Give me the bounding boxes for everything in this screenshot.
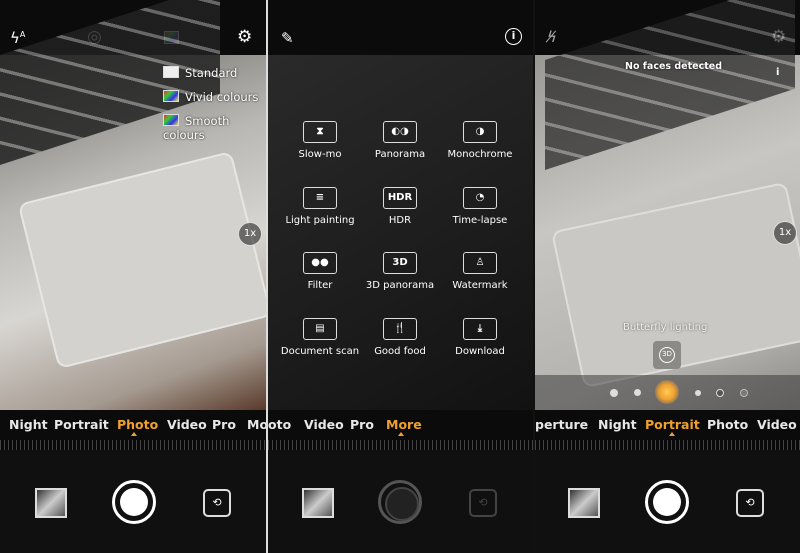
monochrome-icon: ◑: [463, 121, 497, 143]
mode-night[interactable]: Night: [598, 417, 637, 432]
gallery-thumbnail[interactable]: [35, 488, 67, 518]
zoom-button[interactable]: 1x: [773, 221, 797, 245]
lighting-option[interactable]: [740, 389, 748, 397]
grid-label: Time-lapse: [452, 215, 508, 226]
camera-photo-panel: ϟA ◎ ⚙ Standard Vivid colours Smooth col…: [0, 0, 266, 553]
mode-ruler: [268, 440, 533, 450]
gallery-thumbnail[interactable]: [302, 488, 334, 518]
filter-smooth[interactable]: Smooth colours: [163, 114, 266, 142]
hdr-icon: HDR: [383, 187, 417, 209]
grid-label: 3D panorama: [365, 280, 435, 291]
active-mode-indicator: [131, 432, 137, 436]
grid-good-food[interactable]: 🍴 Good food: [360, 318, 440, 357]
mode-video[interactable]: Video: [304, 417, 344, 432]
watermark-icon: ♙: [463, 252, 497, 274]
mode-photo[interactable]: oto: [268, 417, 291, 432]
mode-night[interactable]: Night: [9, 417, 48, 432]
grid-monochrome[interactable]: ◑ Monochrome: [440, 121, 520, 160]
filter-label: Vivid colours: [185, 90, 259, 104]
flash-auto-icon[interactable]: ϟA: [10, 29, 25, 47]
light-painting-icon: ≡: [303, 187, 337, 209]
lighting-option[interactable]: [610, 389, 618, 397]
switch-camera-icon: ⟲: [469, 489, 497, 517]
mode-portrait[interactable]: Portrait: [645, 417, 700, 432]
grid-label: Document scan: [280, 346, 360, 357]
shutter-button: [378, 480, 422, 524]
grid-3d-panorama[interactable]: 3D 3D panorama: [360, 252, 440, 291]
mode-more[interactable]: More: [386, 417, 422, 432]
lighting-option[interactable]: [716, 389, 724, 397]
lighting-option[interactable]: [634, 389, 641, 396]
slow-mo-icon: ⧗: [303, 121, 337, 143]
download-icon: ⤓: [463, 318, 497, 340]
grid-filter[interactable]: ●● Filter: [280, 252, 360, 291]
mode-ruler: [0, 440, 266, 450]
active-mode-indicator: [398, 432, 404, 436]
camera-more-panel: ✎ i ⧗ Slow-mo ◐◑ Panorama ◑ Monochrome ≡ Lig…: [268, 0, 533, 553]
grid-download[interactable]: ⤓ Download: [440, 318, 520, 357]
shutter-button[interactable]: [645, 480, 689, 524]
filter-standard[interactable]: Standard: [163, 66, 237, 80]
mode-photo[interactable]: Photo: [117, 417, 158, 432]
3d-icon: 3D: [659, 347, 675, 363]
mode-portrait[interactable]: Portrait: [54, 417, 109, 432]
document-scan-icon: ▤: [303, 318, 337, 340]
grid-document-scan[interactable]: ▤ Document scan: [280, 318, 360, 357]
trackpad-image: [17, 150, 266, 370]
face-status: No faces detected: [625, 61, 723, 72]
time-lapse-icon: ◔: [463, 187, 497, 209]
mode-video[interactable]: Video: [757, 417, 797, 432]
mode-ruler: [535, 440, 800, 450]
lighting-option-selected[interactable]: [655, 380, 679, 404]
3d-panorama-icon: 3D: [383, 252, 417, 274]
mode-video[interactable]: Video: [167, 417, 207, 432]
mode-pro[interactable]: Pro: [350, 417, 374, 432]
lighting-option[interactable]: [695, 390, 701, 396]
grid-panorama[interactable]: ◐◑ Panorama: [360, 121, 440, 160]
grid-label: Slow-mo: [298, 149, 342, 160]
filter-vivid[interactable]: Vivid colours: [163, 90, 258, 104]
panorama-icon: ◐◑: [383, 121, 417, 143]
info-icon[interactable]: i: [776, 67, 779, 78]
grid-light-painting[interactable]: ≡ Light painting: [280, 187, 360, 226]
grid-label: Light painting: [285, 215, 355, 226]
good-food-icon: 🍴: [383, 318, 417, 340]
grid-label: Monochrome: [447, 149, 513, 160]
3d-lighting-button[interactable]: 3D: [653, 341, 681, 369]
mode-aperture[interactable]: perture: [535, 417, 588, 432]
active-mode-indicator: [669, 432, 675, 436]
settings-icon[interactable]: ⚙: [237, 27, 252, 47]
grid-label: Filter: [307, 280, 333, 291]
switch-camera-icon[interactable]: ⟲: [203, 489, 231, 517]
grid-slow-mo[interactable]: ⧗ Slow-mo: [280, 121, 360, 160]
grid-label: Watermark: [452, 280, 508, 291]
grid-hdr[interactable]: HDR HDR: [360, 187, 440, 226]
mode-strip: perture Night Portrait Photo Video: [535, 410, 800, 440]
grid-watermark[interactable]: ♙ Watermark: [440, 252, 520, 291]
grid-label: HDR: [388, 215, 412, 226]
camera-preview[interactable]: [0, 0, 266, 410]
edit-icon[interactable]: ✎: [281, 29, 294, 47]
gallery-thumbnail[interactable]: [568, 488, 600, 518]
grid-label: Panorama: [374, 149, 426, 160]
mode-photo[interactable]: Photo: [707, 417, 748, 432]
smooth-swatch-icon: [163, 114, 179, 126]
camera-portrait-panel: ϟ̸ ⚙ No faces detected i 1x Butterfly li…: [535, 0, 800, 553]
shutter-button[interactable]: [112, 480, 156, 524]
vivid-swatch-icon: [163, 90, 179, 102]
grid-time-lapse[interactable]: ◔ Time-lapse: [440, 187, 520, 226]
mode-pro[interactable]: Pro: [212, 417, 236, 432]
switch-camera-icon[interactable]: ⟲: [736, 489, 764, 517]
top-bar: ✎ i: [268, 0, 533, 55]
zoom-button[interactable]: 1x: [238, 222, 262, 246]
standard-swatch-icon: [163, 66, 179, 78]
info-icon[interactable]: i: [505, 28, 522, 45]
grid-label: Download: [455, 346, 505, 357]
flash-off-icon[interactable]: ϟ̸: [547, 28, 557, 46]
filter-label: Standard: [185, 66, 238, 80]
mode-more[interactable]: Mo: [247, 417, 266, 432]
lighting-label: Butterfly lighting: [623, 322, 708, 333]
grid-label: Good food: [374, 346, 426, 357]
filter-icon: ●●: [303, 252, 337, 274]
